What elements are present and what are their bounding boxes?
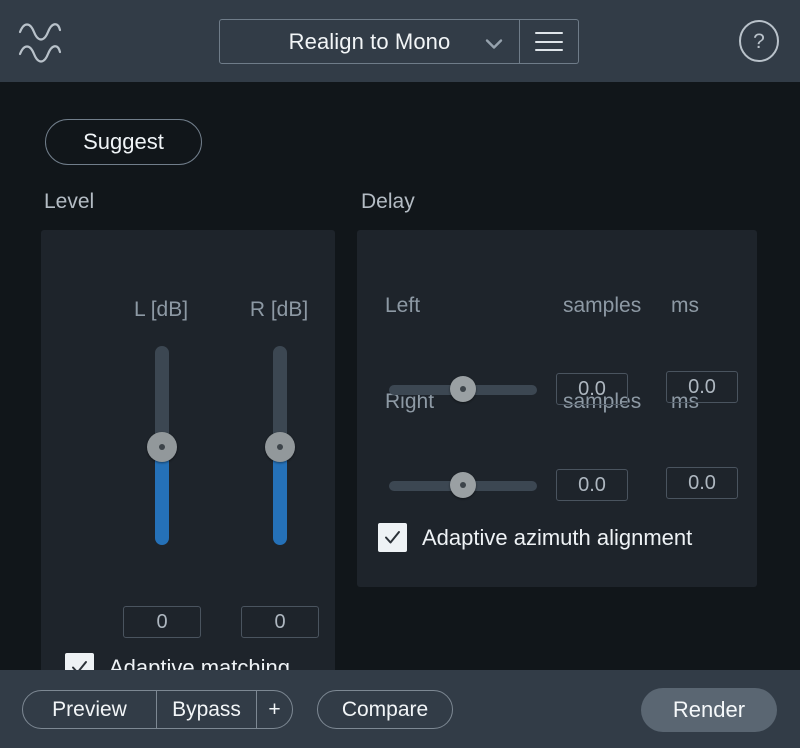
delay-right-slider[interactable] <box>389 472 537 498</box>
preset-control-group: Realign to Mono <box>219 19 579 64</box>
level-left-channel-label: L [dB] <box>111 298 211 322</box>
level-left-value-input[interactable]: 0 <box>123 606 201 638</box>
delay-left-slider[interactable] <box>389 376 537 402</box>
delay-right-samples-input[interactable]: 0.0 <box>556 469 628 501</box>
level-panel: L [dB] R [dB] 0 0 <box>41 230 335 710</box>
delay-panel: Left Right samples ms samples ms 0.0 0.0… <box>357 230 757 587</box>
plugin-window: Realign to Mono ? Suggest Leve <box>0 0 800 748</box>
suggest-button[interactable]: Suggest <box>45 119 202 165</box>
bottom-toolbar: Preview Bypass + Compare Render <box>0 670 800 748</box>
waveform-logo-icon <box>16 16 64 66</box>
bypass-button[interactable]: Bypass <box>156 691 256 728</box>
delay-ms-unit-label-left: ms <box>671 294 699 318</box>
adaptive-azimuth-checkbox[interactable] <box>378 523 407 552</box>
level-section-title: Level <box>44 190 94 214</box>
level-right-value-input[interactable]: 0 <box>241 606 319 638</box>
check-icon <box>384 529 401 546</box>
svg-text:?: ? <box>753 30 765 53</box>
preset-dropdown-label: Realign to Mono <box>289 29 451 55</box>
slider-knob[interactable] <box>265 432 295 462</box>
delay-left-samples-input[interactable]: 0.0 <box>556 373 628 405</box>
help-button[interactable]: ? <box>736 18 782 64</box>
preset-dropdown[interactable]: Realign to Mono <box>219 19 520 64</box>
transport-button-group: Preview Bypass + <box>22 690 293 729</box>
level-right-slider[interactable] <box>273 346 287 545</box>
chevron-down-icon <box>485 36 503 47</box>
help-question-icon: ? <box>736 18 782 64</box>
delay-right-ms-input[interactable]: 0.0 <box>666 467 738 499</box>
preset-menu-button[interactable] <box>520 19 579 64</box>
render-button[interactable]: Render <box>641 688 777 732</box>
delay-left-label: Left <box>385 294 420 318</box>
level-right-channel-label: R [dB] <box>229 298 329 322</box>
adaptive-azimuth-checkbox-row[interactable]: Adaptive azimuth alignment <box>378 523 692 552</box>
slider-knob[interactable] <box>147 432 177 462</box>
top-toolbar: Realign to Mono ? <box>0 0 800 82</box>
compare-button[interactable]: Compare <box>317 690 453 729</box>
slider-knob[interactable] <box>450 472 476 498</box>
level-left-slider[interactable] <box>155 346 169 545</box>
delay-left-ms-input[interactable]: 0.0 <box>666 371 738 403</box>
main-content: Suggest Level Delay L [dB] R [dB] 0 0 <box>0 82 800 670</box>
add-bypass-button[interactable]: + <box>256 691 292 728</box>
hamburger-menu-icon <box>535 32 563 51</box>
slider-knob[interactable] <box>450 376 476 402</box>
delay-samples-unit-label-left: samples <box>563 294 641 318</box>
adaptive-azimuth-label: Adaptive azimuth alignment <box>422 525 692 551</box>
preview-button[interactable]: Preview <box>23 691 156 728</box>
delay-section-title: Delay <box>361 190 415 214</box>
